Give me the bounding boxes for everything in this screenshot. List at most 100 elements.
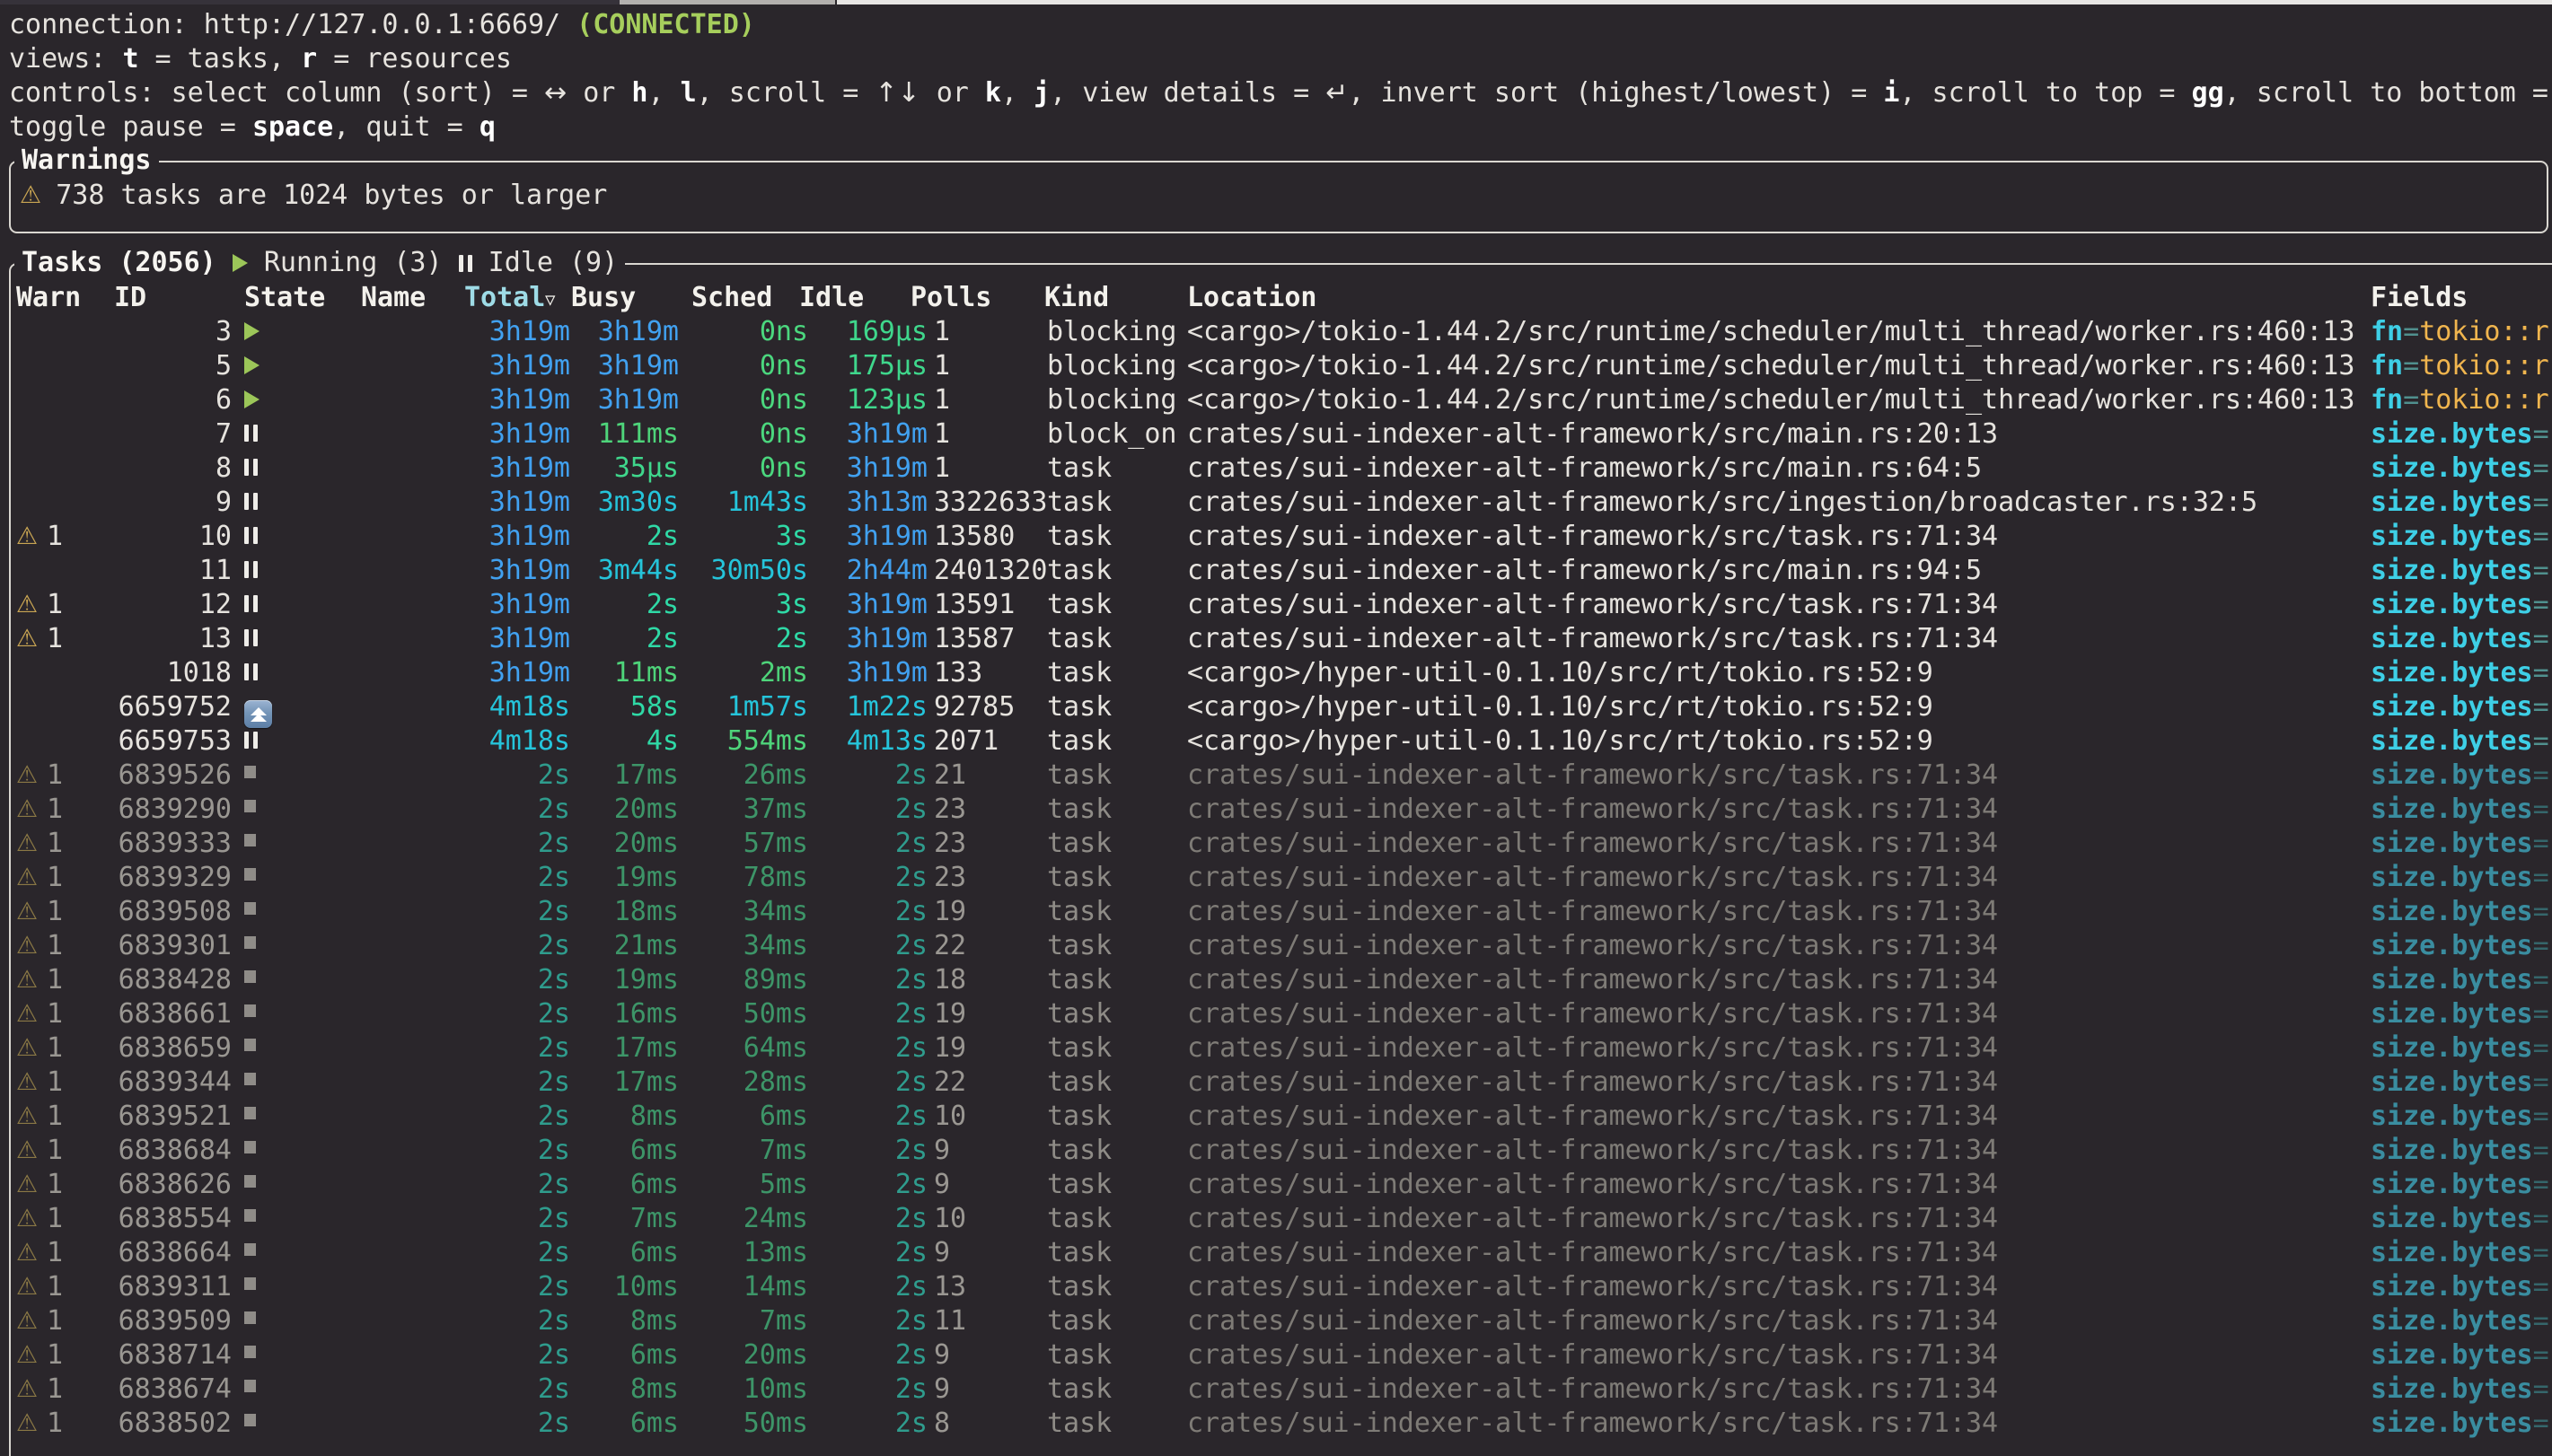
task-idle: 2s <box>837 895 928 929</box>
table-row[interactable]: 7 3h19m 111ms 0ns 3h19m 1 block_on crate… <box>0 417 2552 452</box>
task-busy: 8ms <box>580 1100 679 1134</box>
task-polls: 19 <box>934 1031 966 1066</box>
task-id: 6839509 <box>99 1304 232 1338</box>
table-row[interactable]: ⚠ 1 6839521 2s 8ms 6ms 2s 10 task crates… <box>0 1100 2552 1134</box>
task-busy: 8ms <box>580 1373 679 1407</box>
table-row[interactable]: 8 3h19m 35µs 0ns 3h19m 1 task crates/sui… <box>0 452 2552 486</box>
task-id: 6839526 <box>99 759 232 793</box>
column-header-location[interactable]: Location <box>1187 281 1317 315</box>
table-row[interactable]: 6 3h19m 3h19m 0ns 123µs 1 blocking <carg… <box>0 383 2552 417</box>
task-location: crates/sui-indexer-alt-framework/src/tas… <box>1187 793 1998 827</box>
row-warning-icon: ⚠ <box>16 1338 38 1373</box>
task-busy: 3h19m <box>580 383 679 417</box>
stopped-icon <box>244 1346 256 1358</box>
task-sched: 0ns <box>710 452 808 486</box>
table-row[interactable]: ⚠ 1 6838659 2s 17ms 64ms 2s 19 task crat… <box>0 1031 2552 1066</box>
table-row[interactable]: 6659752 4m18s 58s 1m57s 1m22s 92785 task… <box>0 690 2552 724</box>
column-header-sched[interactable]: Sched <box>691 281 772 315</box>
task-total: 3h19m <box>409 656 570 690</box>
row-warning-icon: ⚠ <box>16 622 38 656</box>
column-header-warn[interactable]: Warn <box>16 281 81 315</box>
table-row[interactable]: ⚠ 1 6839344 2s 17ms 28ms 2s 22 task crat… <box>0 1066 2552 1100</box>
task-fields: size.bytes= <box>2371 861 2549 895</box>
row-warn-count: 1 <box>47 827 63 861</box>
column-header-busy[interactable]: Busy <box>571 281 636 315</box>
task-polls: 19 <box>934 997 966 1031</box>
field-name: size.bytes <box>2371 1305 2533 1337</box>
task-kind: task <box>1047 656 1112 690</box>
table-row[interactable]: ⚠ 1 6839509 2s 8ms 7ms 2s 11 task crates… <box>0 1304 2552 1338</box>
task-busy: 35µs <box>580 452 679 486</box>
task-fields: fn=tokio::r <box>2371 315 2549 349</box>
field-equals: = <box>2533 521 2549 552</box>
table-row[interactable]: 6659753 4m18s 4s 554ms 4m13s 2071 task <… <box>0 724 2552 759</box>
table-row[interactable]: ⚠ 1 6839329 2s 19ms 78ms 2s 23 task crat… <box>0 861 2552 895</box>
table-row[interactable]: ⚠ 1 6838502 2s 6ms 50ms 2s 8 task crates… <box>0 1407 2552 1441</box>
task-idle: 169µs <box>837 315 928 349</box>
row-warn-count: 1 <box>47 895 63 929</box>
task-id: 1018 <box>99 656 232 690</box>
table-row[interactable]: ⚠ 1 6839526 2s 17ms 26ms 2s 21 task crat… <box>0 759 2552 793</box>
task-kind: task <box>1047 452 1112 486</box>
table-row[interactable]: ⚠ 1 6838626 2s 6ms 5ms 2s 9 task crates/… <box>0 1168 2552 1202</box>
table-row[interactable]: ⚠ 1 6838674 2s 8ms 10ms 2s 9 task crates… <box>0 1373 2552 1407</box>
column-header-polls[interactable]: Polls <box>911 281 991 315</box>
task-kind: blocking <box>1047 383 1177 417</box>
table-row[interactable]: 1018 3h19m 11ms 2ms 3h19m 133 task <carg… <box>0 656 2552 690</box>
table-row[interactable]: ⚠ 1 6838684 2s 6ms 7ms 2s 9 task crates/… <box>0 1134 2552 1168</box>
task-location: <cargo>/hyper-util-0.1.10/src/rt/tokio.r… <box>1187 724 1933 759</box>
task-polls: 13587 <box>934 622 1015 656</box>
table-row[interactable]: ⚠ 1 13 3h19m 2s 2s 3h19m 13587 task crat… <box>0 622 2552 656</box>
field-equals: = <box>2533 1305 2549 1337</box>
table-row[interactable]: ⚠ 1 6839301 2s 21ms 34ms 2s 22 task crat… <box>0 929 2552 963</box>
table-row[interactable]: ⚠ 1 6838554 2s 7ms 24ms 2s 10 task crate… <box>0 1202 2552 1236</box>
task-sched: 2ms <box>710 656 808 690</box>
table-row[interactable]: ⚠ 1 6838664 2s 6ms 13ms 2s 9 task crates… <box>0 1236 2552 1270</box>
column-header-idle[interactable]: Idle <box>799 281 864 315</box>
table-row[interactable]: ⚠ 1 6838714 2s 6ms 20ms 2s 9 task crates… <box>0 1338 2552 1373</box>
task-id: 6839290 <box>99 793 232 827</box>
row-warning-icon: ⚠ <box>16 1202 38 1236</box>
column-header-state[interactable]: State <box>244 281 325 315</box>
table-row[interactable]: 5 3h19m 3h19m 0ns 175µs 1 blocking <carg… <box>0 349 2552 383</box>
column-header-kind[interactable]: Kind <box>1044 281 1109 315</box>
task-sched: 20ms <box>710 1338 808 1373</box>
field-equals: = <box>2533 930 2549 961</box>
task-polls: 133 <box>934 656 982 690</box>
column-header-fields[interactable]: Fields <box>2371 281 2468 315</box>
task-idle: 2s <box>837 1168 928 1202</box>
table-row[interactable]: ⚠ 1 6839508 2s 18ms 34ms 2s 19 task crat… <box>0 895 2552 929</box>
task-idle: 2s <box>837 1066 928 1100</box>
field-equals: = <box>2533 794 2549 825</box>
field-equals: = <box>2533 862 2549 893</box>
running-icon <box>244 322 260 340</box>
table-row[interactable]: ⚠ 1 6838428 2s 19ms 89ms 2s 18 task crat… <box>0 963 2552 997</box>
table-row[interactable]: 9 3h19m 3m30s 1m43s 3h13m 3322633 task c… <box>0 486 2552 520</box>
task-total: 3h19m <box>409 622 570 656</box>
table-row[interactable]: 3 3h19m 3h19m 0ns 169µs 1 blocking <carg… <box>0 315 2552 349</box>
column-header-id[interactable]: ID <box>114 281 146 315</box>
table-row[interactable]: ⚠ 1 6839290 2s 20ms 37ms 2s 23 task crat… <box>0 793 2552 827</box>
row-warning-icon: ⚠ <box>16 929 38 963</box>
task-state-icon <box>244 561 258 578</box>
task-busy: 11ms <box>580 656 679 690</box>
table-row[interactable]: ⚠ 1 6838661 2s 16ms 50ms 2s 19 task crat… <box>0 997 2552 1031</box>
field-equals: = <box>2403 384 2419 416</box>
table-row[interactable]: ⚠ 1 6839311 2s 10ms 14ms 2s 13 task crat… <box>0 1270 2552 1304</box>
row-warn-count: 1 <box>47 1031 63 1066</box>
running-count-label: Running (3) <box>248 246 459 280</box>
task-polls: 23 <box>934 793 966 827</box>
table-row[interactable]: ⚠ 1 6839333 2s 20ms 57ms 2s 23 task crat… <box>0 827 2552 861</box>
table-row[interactable]: ⚠ 1 10 3h19m 2s 3s 3h19m 13580 task crat… <box>0 520 2552 554</box>
table-row[interactable]: ⚠ 1 12 3h19m 2s 3s 3h19m 13591 task crat… <box>0 588 2552 622</box>
field-equals: = <box>2533 657 2549 689</box>
column-header-total-sorted[interactable]: Total <box>464 281 545 315</box>
task-sched: 37ms <box>710 793 808 827</box>
table-row[interactable]: 11 3h19m 3m44s 30m50s 2h44m 2401320 task… <box>0 554 2552 588</box>
task-state-icon <box>244 663 258 680</box>
task-fields: size.bytes= <box>2371 1066 2549 1100</box>
column-header-name[interactable]: Name <box>361 281 426 315</box>
field-value: tokio::r <box>2419 316 2549 347</box>
row-warn-count: 1 <box>47 1304 63 1338</box>
task-kind: task <box>1047 963 1112 997</box>
